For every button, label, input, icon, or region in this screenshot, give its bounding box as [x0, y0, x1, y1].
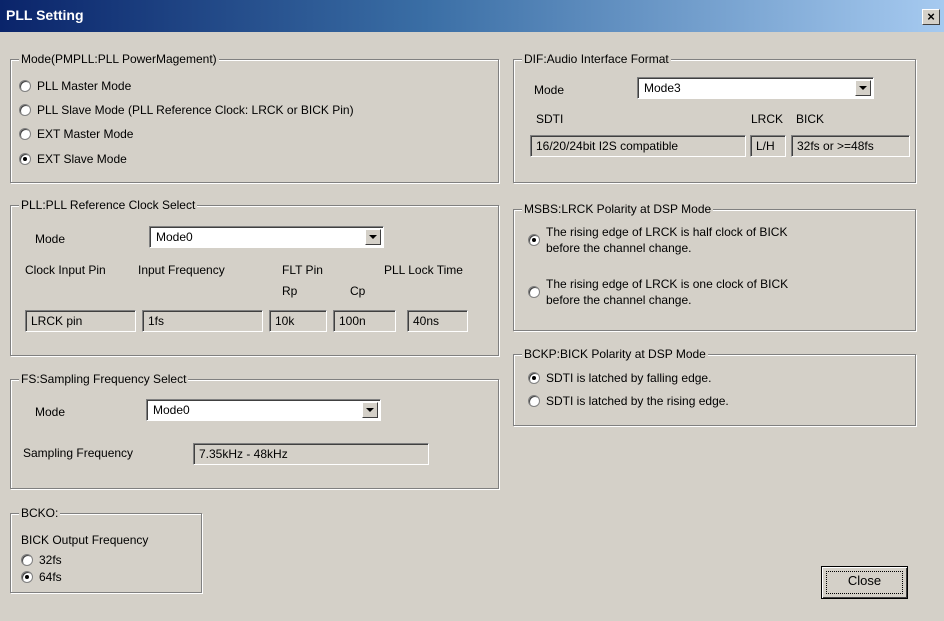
radio-sdti-rising-edge[interactable]: SDTI is latched by the rising edge.	[528, 394, 729, 408]
radio-lrck-half-clock[interactable]: The rising edge of LRCK is half clock of…	[528, 224, 787, 256]
bick-field: 32fs or >=48fs	[791, 135, 910, 157]
radio-label-line2: before the channel change.	[546, 293, 692, 307]
radio-label-line1: The rising edge of LRCK is half clock of…	[546, 225, 788, 239]
flt-pin-header: FLT Pin	[282, 263, 323, 277]
fs-group-legend: FS:Sampling Frequency Select	[19, 372, 189, 386]
dif-group-legend: DIF:Audio Interface Format	[522, 52, 671, 66]
mode-group-legend: Mode(PMPLL:PLL PowerMagement)	[19, 52, 219, 66]
chevron-down-icon[interactable]	[362, 402, 378, 418]
radio-icon-selected[interactable]	[528, 234, 540, 246]
radio-64fs[interactable]: 64fs	[21, 570, 62, 584]
radio-label: SDTI is latched by falling edge.	[546, 371, 712, 385]
bckp-group-legend: BCKP:BICK Polarity at DSP Mode	[522, 347, 708, 361]
pll-mode-select[interactable]: Mode0	[149, 226, 384, 248]
radio-icon[interactable]	[19, 104, 31, 116]
input-frequency-field: 1fs	[142, 310, 263, 332]
clock-input-pin-header: Clock Input Pin	[25, 263, 106, 277]
clock-input-pin-field: LRCK pin	[25, 310, 136, 332]
chevron-down-icon[interactable]	[365, 229, 381, 245]
radio-ext-slave-mode[interactable]: EXT Slave Mode	[19, 152, 127, 166]
radio-icon-selected[interactable]	[528, 372, 540, 384]
fs-mode-label: Mode	[35, 405, 66, 419]
pll-mode-value: Mode0	[156, 230, 193, 244]
radio-label: The rising edge of LRCK is one clock of …	[546, 276, 788, 308]
rp-header: Rp	[282, 284, 298, 298]
title-bar[interactable]: PLL Setting ×	[0, 0, 944, 32]
bick-output-frequency-label: BICK Output Frequency	[21, 533, 149, 547]
radio-label: EXT Slave Mode	[37, 152, 127, 166]
radio-label-line2: before the channel change.	[546, 241, 692, 255]
fs-mode-select[interactable]: Mode0	[146, 399, 381, 421]
radio-pll-slave-mode[interactable]: PLL Slave Mode (PLL Reference Clock: LRC…	[19, 103, 354, 117]
radio-icon-selected[interactable]	[19, 153, 31, 165]
input-frequency-header: Input Frequency	[138, 263, 225, 277]
bcko-group: BCKO: BICK Output Frequency 32fs 64fs	[10, 506, 202, 593]
window-title: PLL Setting	[6, 7, 84, 23]
radio-lrck-one-clock[interactable]: The rising edge of LRCK is one clock of …	[528, 276, 788, 308]
sdti-field: 16/20/24bit I2S compatible	[530, 135, 746, 157]
lrck-field: L/H	[750, 135, 786, 157]
radio-icon[interactable]	[21, 554, 33, 566]
bcko-group-legend: BCKO:	[19, 506, 61, 520]
pll-group: PLL:PLL Reference Clock Select Mode Mode…	[10, 198, 499, 356]
radio-label: PLL Slave Mode (PLL Reference Clock: LRC…	[37, 103, 354, 117]
cp-header: Cp	[350, 284, 366, 298]
radio-icon[interactable]	[528, 286, 540, 298]
radio-label: The rising edge of LRCK is half clock of…	[546, 224, 787, 256]
close-button-label: Close	[826, 571, 903, 594]
sampling-frequency-field: 7.35kHz - 48kHz	[193, 443, 429, 465]
pll-lock-time-header: PLL Lock Time	[384, 263, 463, 277]
radio-sdti-falling-edge[interactable]: SDTI is latched by falling edge.	[528, 371, 711, 385]
sdti-header: SDTI	[536, 112, 564, 126]
chevron-down-icon[interactable]	[855, 80, 871, 96]
sampling-frequency-label: Sampling Frequency	[23, 446, 134, 460]
cp-field: 100n	[333, 310, 396, 332]
radio-pll-master-mode[interactable]: PLL Master Mode	[19, 79, 131, 93]
dialog-client-area: Mode(PMPLL:PLL PowerMagement) PLL Master…	[4, 32, 940, 617]
radio-icon[interactable]	[19, 80, 31, 92]
radio-label: 32fs	[39, 553, 62, 567]
radio-icon[interactable]	[528, 395, 540, 407]
radio-icon[interactable]	[19, 128, 31, 140]
close-button[interactable]: Close	[821, 566, 908, 599]
radio-label: EXT Master Mode	[37, 127, 134, 141]
radio-32fs[interactable]: 32fs	[21, 553, 62, 567]
bckp-group: BCKP:BICK Polarity at DSP Mode SDTI is l…	[513, 347, 916, 426]
pll-group-legend: PLL:PLL Reference Clock Select	[19, 198, 198, 212]
radio-label: SDTI is latched by the rising edge.	[546, 394, 729, 408]
msbs-group-legend: MSBS:LRCK Polarity at DSP Mode	[522, 202, 714, 216]
close-icon[interactable]: ×	[922, 9, 940, 25]
dif-mode-value: Mode3	[644, 81, 681, 95]
radio-ext-master-mode[interactable]: EXT Master Mode	[19, 127, 133, 141]
lrck-header: LRCK	[751, 112, 784, 126]
dif-group: DIF:Audio Interface Format Mode Mode3 SD…	[513, 52, 916, 183]
fs-group: FS:Sampling Frequency Select Mode Mode0 …	[10, 372, 499, 489]
radio-label: 64fs	[39, 570, 62, 584]
dif-mode-label: Mode	[534, 83, 565, 97]
fs-mode-value: Mode0	[153, 403, 190, 417]
bick-header: BICK	[796, 112, 825, 126]
mode-group: Mode(PMPLL:PLL PowerMagement) PLL Master…	[10, 52, 499, 183]
pll-setting-window: PLL Setting × Mode(PMPLL:PLL PowerMageme…	[0, 0, 944, 621]
rp-field: 10k	[269, 310, 327, 332]
radio-icon-selected[interactable]	[21, 571, 33, 583]
pll-lock-time-field: 40ns	[407, 310, 468, 332]
radio-label-line1: The rising edge of LRCK is one clock of …	[546, 277, 789, 291]
dif-mode-select[interactable]: Mode3	[637, 77, 874, 99]
radio-label: PLL Master Mode	[37, 79, 132, 93]
pll-mode-label: Mode	[35, 232, 66, 246]
msbs-group: MSBS:LRCK Polarity at DSP Mode The risin…	[513, 202, 916, 331]
